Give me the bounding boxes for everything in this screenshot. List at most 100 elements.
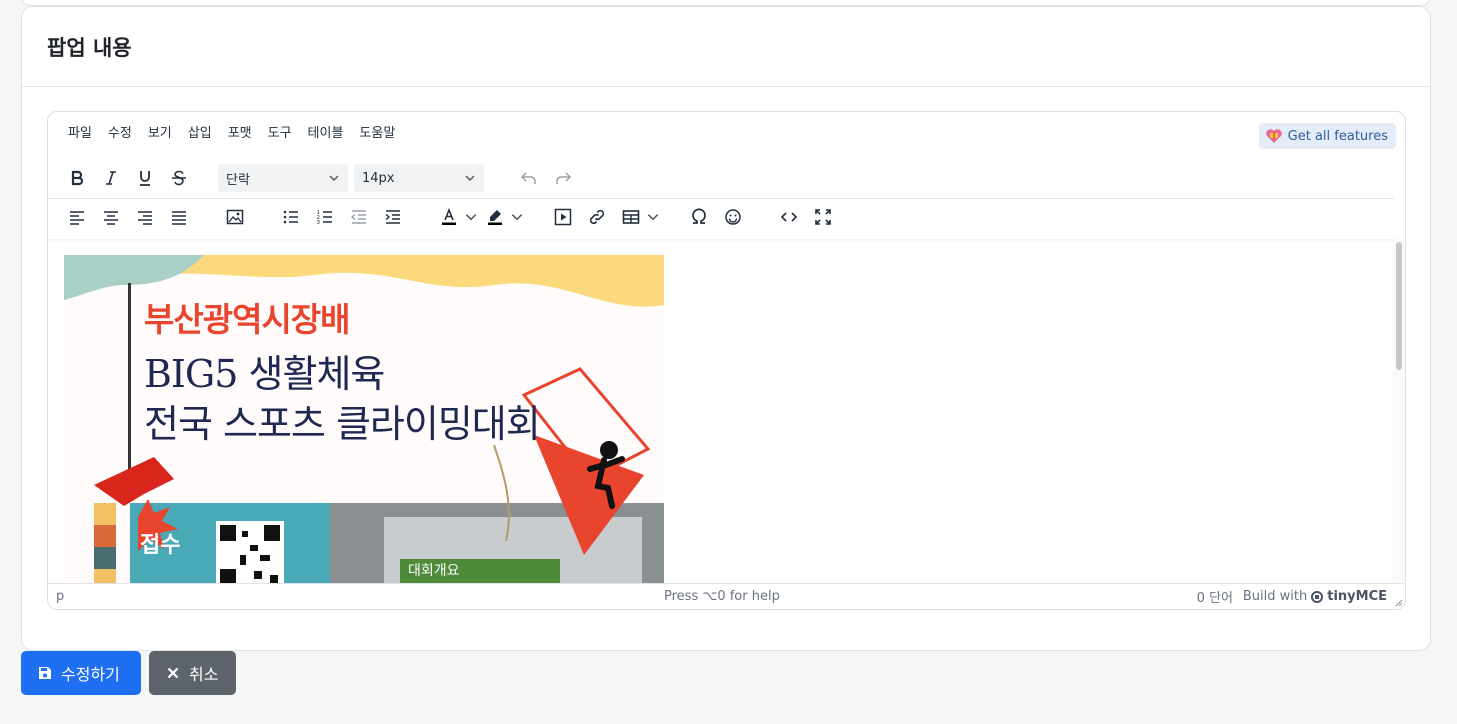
cancel-button[interactable]: 취소 xyxy=(149,651,236,695)
chevron-down-icon xyxy=(647,213,659,220)
menu-table[interactable]: 테이블 xyxy=(300,122,352,146)
insert-link-button[interactable] xyxy=(580,202,614,232)
undo-button[interactable] xyxy=(512,163,546,193)
align-justify-icon xyxy=(172,210,186,225)
scrollbar-thumb[interactable] xyxy=(1396,242,1402,370)
align-right-icon xyxy=(138,210,152,225)
align-right-button[interactable] xyxy=(128,202,162,232)
strikethrough-button[interactable] xyxy=(162,163,196,193)
undo-icon xyxy=(520,172,536,184)
font-size-select[interactable]: 14px xyxy=(354,164,484,192)
word-count[interactable]: 0 단어 xyxy=(1197,587,1233,606)
chevron-down-icon xyxy=(329,175,339,181)
resize-handle-icon[interactable] xyxy=(1393,597,1403,607)
menu-edit[interactable]: 수정 xyxy=(100,122,140,146)
code-icon xyxy=(780,211,798,222)
highlight-color-button[interactable] xyxy=(478,202,524,232)
save-button[interactable]: 수정하기 xyxy=(21,651,141,695)
rich-text-editor: 파일 수정 보기 삽입 포맷 도구 테이블 도움말 Get all featur… xyxy=(47,111,1406,610)
floppy-disk-icon xyxy=(39,667,51,679)
bullet-list-button[interactable] xyxy=(274,202,308,232)
media-icon xyxy=(554,208,572,225)
poster-line-2: BIG5 생활체육 xyxy=(144,352,385,396)
redo-icon xyxy=(556,172,572,184)
bold-icon xyxy=(71,170,84,186)
align-left-icon xyxy=(70,210,84,225)
menu-file[interactable]: 파일 xyxy=(60,122,100,146)
indent-button[interactable] xyxy=(376,202,410,232)
strikethrough-icon xyxy=(172,170,186,186)
save-label: 수정하기 xyxy=(61,665,120,684)
tinymce-logo-icon xyxy=(1311,590,1324,603)
image-icon xyxy=(226,209,244,224)
heart-gift-icon xyxy=(1265,129,1282,143)
help-hint: Press ⌥0 for help xyxy=(664,589,780,604)
editor-content-area[interactable]: 부산광역시장배 BIG5 생활체육 전국 스포츠 클라이밍대회 접수 대회개요 xyxy=(48,239,1393,584)
table-icon xyxy=(622,209,640,224)
content-scrollbar[interactable] xyxy=(1393,239,1405,584)
close-icon xyxy=(167,667,179,679)
insert-media-button[interactable] xyxy=(546,202,580,232)
menu-tools[interactable]: 도구 xyxy=(260,122,300,146)
block-format-select[interactable]: 단락 xyxy=(218,164,348,192)
poster-overview-label: 대회개요 xyxy=(400,559,560,583)
text-color-icon xyxy=(442,207,456,225)
cancel-label: 취소 xyxy=(189,665,219,684)
poster-image[interactable]: 부산광역시장배 BIG5 생활체육 전국 스포츠 클라이밍대회 접수 대회개요 xyxy=(64,255,664,584)
element-path[interactable]: p xyxy=(56,589,64,604)
font-size-value: 14px xyxy=(362,170,395,186)
block-format-value: 단락 xyxy=(226,172,250,188)
italic-icon xyxy=(106,171,116,185)
get-all-features-label: Get all features xyxy=(1287,128,1388,144)
insert-image-button[interactable] xyxy=(218,202,252,232)
align-center-icon xyxy=(104,210,118,225)
align-justify-button[interactable] xyxy=(162,202,196,232)
source-code-button[interactable] xyxy=(772,202,806,232)
chevron-down-icon xyxy=(511,213,523,220)
chevron-down-icon xyxy=(465,213,477,220)
emoji-icon xyxy=(725,208,741,225)
underline-icon xyxy=(140,171,150,186)
tinymce-branding[interactable]: Build with tinyMCE xyxy=(1243,589,1387,604)
italic-button[interactable] xyxy=(94,163,128,193)
special-char-icon xyxy=(692,208,706,224)
svg-text:3: 3 xyxy=(317,220,321,226)
popup-content-card: 팝업 내용 파일 수정 보기 삽입 포맷 도구 테이블 도움말 Get all … xyxy=(21,6,1431,651)
emoji-button[interactable] xyxy=(716,202,750,232)
underline-button[interactable] xyxy=(128,163,162,193)
poster-badge: 접수 xyxy=(140,533,181,558)
table-button[interactable] xyxy=(614,202,660,232)
editor-menubar: 파일 수정 보기 삽입 포맷 도구 테이블 도움말 Get all featur… xyxy=(48,112,1405,156)
card-header: 팝업 내용 xyxy=(22,7,1430,87)
fullscreen-button[interactable] xyxy=(806,202,840,232)
outdent-icon xyxy=(350,209,366,224)
special-character-button[interactable] xyxy=(682,202,716,232)
numbered-list-button[interactable]: 123 xyxy=(308,202,342,232)
align-center-button[interactable] xyxy=(94,202,128,232)
toolbar-row-2: 123 xyxy=(48,198,1394,234)
menu-format[interactable]: 포맷 xyxy=(220,122,260,146)
bullet-list-icon xyxy=(283,210,298,223)
build-with-label: Build with xyxy=(1242,589,1308,604)
poster-line-1: 부산광역시장배 xyxy=(144,300,351,339)
outdent-button[interactable] xyxy=(342,202,376,232)
brand-name: tinyMCE xyxy=(1327,589,1387,604)
redo-button[interactable] xyxy=(546,163,580,193)
menu-insert[interactable]: 삽입 xyxy=(180,122,220,146)
chevron-down-icon xyxy=(465,175,475,181)
editor-statusbar: p Press ⌥0 for help 0 단어 Build with tiny… xyxy=(48,583,1405,609)
bold-button[interactable] xyxy=(60,163,94,193)
text-color-button[interactable] xyxy=(432,202,478,232)
menu-help[interactable]: 도움말 xyxy=(351,122,403,146)
get-all-features-button[interactable]: Get all features xyxy=(1258,123,1396,149)
card-title: 팝업 내용 xyxy=(47,35,132,60)
highlight-icon xyxy=(488,209,502,225)
fullscreen-icon xyxy=(815,208,831,225)
numbered-list-icon: 123 xyxy=(317,210,332,226)
menu-view[interactable]: 보기 xyxy=(140,122,180,146)
toolbar-row-1: 단락 14px xyxy=(48,160,1405,196)
align-left-button[interactable] xyxy=(60,202,94,232)
indent-icon xyxy=(385,209,400,224)
link-icon xyxy=(589,209,605,224)
poster-line-3: 전국 스포츠 클라이밍대회 xyxy=(144,402,541,446)
